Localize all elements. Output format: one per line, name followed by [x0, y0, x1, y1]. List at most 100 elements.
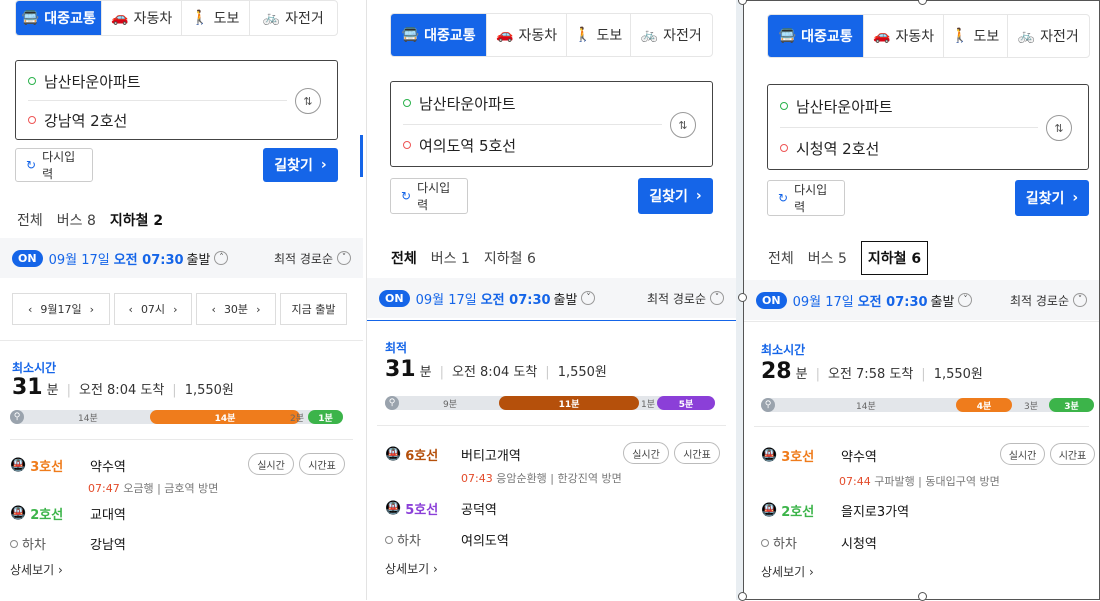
step-alight: 하차 여의도역: [385, 530, 509, 549]
tab-bus[interactable]: 버스 5: [808, 248, 847, 268]
chevron-down-icon[interactable]: ˅: [958, 293, 973, 307]
route-result-card[interactable]: 최적 31 분 | 오전 8:04 도착 | 1,550원 ⚲ 9분 11분 1분 5분…: [367, 321, 736, 600]
transport-mode-tabs: 🚍 대중교통 🚗 자동차 🚶 도보 🚲 자전거: [767, 14, 1090, 58]
origin-field[interactable]: 남산타운아파트: [780, 93, 1038, 119]
route-input-box: 남산타운아파트 강남역 2호선 ⇅: [15, 60, 338, 140]
result-tabs: 전체 버스 1 지하철 6: [391, 248, 536, 268]
realtime-button[interactable]: 실시간: [248, 453, 294, 475]
realtime-button[interactable]: 실시간: [1000, 443, 1045, 465]
find-route-button[interactable]: 길찾기 ›: [638, 178, 713, 214]
alight-dot-icon: [761, 538, 769, 547]
tab-subway[interactable]: 지하철 2: [110, 210, 163, 230]
swap-icon[interactable]: ⇅: [670, 112, 696, 138]
mode-transit[interactable]: 🚍 대중교통: [16, 1, 102, 35]
date-picker[interactable]: ‹ 9월17일 ›: [12, 293, 110, 325]
destination-field[interactable]: 시청역 2호선: [780, 135, 1038, 161]
find-route-button[interactable]: 길찾기 ›: [1015, 180, 1089, 216]
find-route-button[interactable]: 길찾기 ›: [263, 148, 338, 182]
mode-walk[interactable]: 🚶 도보: [180, 1, 249, 35]
destination-dot-icon: [403, 141, 411, 149]
departure-time-row: ON 09월 17일 오전 07:30 출발 ˄ 최적 경로순 ˅: [0, 238, 363, 278]
departure-time-row: ON 09월 17일 오전 07:30 출발 ˅ 최적 경로순 ˅: [367, 278, 736, 318]
step-transfer: 🚇 2호선 교대역: [10, 506, 126, 523]
tab-bus[interactable]: 버스 1: [431, 248, 470, 268]
mode-walk[interactable]: 🚶 도보: [942, 15, 1007, 57]
result-tabs: 전체 버스 5 지하철 6: [768, 241, 929, 275]
mode-bike[interactable]: 🚲 자전거: [248, 1, 337, 35]
segment-line5: 5분: [657, 396, 715, 410]
route-panel-gangnam: 🚍 대중교통 🚗 자동차 🚶 도보 🚲 자전거 남산타운아파트 강남역 2호선 ⇅ ↻ 다…: [0, 0, 363, 600]
step-alight: 하차 시청역: [761, 533, 877, 552]
mode-car[interactable]: 🚗 자동차: [863, 15, 943, 57]
detail-link[interactable]: 상세보기 ›: [385, 560, 438, 577]
mode-car[interactable]: 🚗 자동차: [101, 1, 181, 35]
on-badge[interactable]: ON: [12, 249, 43, 267]
mode-car[interactable]: 🚗 자동차: [486, 14, 566, 56]
bus-icon: 🚍: [778, 28, 797, 44]
departure-time-row: ON 09월 17일 오전 07:30 출발 ˅ 최적 경로순 ˅: [744, 280, 1099, 320]
transport-mode-tabs: 🚍 대중교통 🚗 자동차 🚶 도보 🚲 자전거: [15, 0, 338, 36]
swap-icon[interactable]: ⇅: [295, 88, 321, 114]
tab-subway[interactable]: 지하철 6: [860, 241, 929, 275]
step-transfer: 🚇 5호선 공덕역: [385, 501, 497, 518]
refresh-icon: ↻: [401, 189, 412, 203]
tab-all[interactable]: 전체: [17, 210, 43, 230]
reset-button[interactable]: ↻ 다시입력: [390, 178, 468, 214]
tab-all[interactable]: 전체: [391, 248, 417, 268]
bike-icon: 🚲: [1017, 28, 1036, 44]
destination-field[interactable]: 여의도역 5호선: [403, 132, 662, 158]
mode-transit[interactable]: 🚍 대중교통: [768, 15, 864, 57]
sort-dropdown[interactable]: 최적 경로순 ˅: [1010, 292, 1087, 309]
timetable-button[interactable]: 시간표: [1050, 443, 1095, 465]
walk-icon: ⚲: [385, 396, 399, 410]
bus-icon: 🚍: [401, 27, 420, 43]
tab-all[interactable]: 전체: [768, 248, 794, 268]
mode-transit[interactable]: 🚍 대중교통: [391, 14, 487, 56]
destination-field[interactable]: 강남역 2호선: [28, 108, 287, 132]
mode-bike[interactable]: 🚲 자전거: [629, 14, 712, 56]
alight-dot-icon: [385, 535, 393, 544]
timetable-button[interactable]: 시간표: [299, 453, 345, 475]
on-badge[interactable]: ON: [379, 289, 410, 307]
depart-now-button[interactable]: 지금 출발: [280, 293, 347, 325]
reset-button[interactable]: ↻ 다시입력: [767, 180, 845, 216]
mode-walk[interactable]: 🚶 도보: [565, 14, 630, 56]
chevron-right-icon: ›: [695, 188, 702, 204]
hour-picker[interactable]: ‹ 07시 ›: [114, 293, 192, 325]
route-panel-cityhall: 🚍 대중교통 🚗 자동차 🚶 도보 🚲 자전거 남산타운아파트 시청역 2호선 ⇅ ↻ 다…: [743, 0, 1100, 600]
sort-dropdown[interactable]: 최적 경로순 ˅: [274, 250, 351, 267]
bike-icon: 🚲: [262, 10, 281, 26]
timetable-button[interactable]: 시간표: [674, 442, 720, 464]
destination-dot-icon: [28, 116, 36, 124]
route-result-card[interactable]: 최소시간 28 분 | 오전 7:58 도착 | 1,550원 ⚲ 14분 4분 3분 …: [744, 322, 1099, 599]
sort-dropdown[interactable]: 최적 경로순 ˅: [647, 290, 724, 307]
bus-icon: 🚍: [21, 10, 40, 26]
route-input-box: 남산타운아파트 여의도역 5호선 ⇅: [390, 81, 713, 167]
step-transfer: 🚇 2호선 을지로3가역: [761, 503, 910, 520]
chevron-down-icon: ˅: [1073, 293, 1087, 307]
chevron-down-icon[interactable]: ˅: [581, 291, 596, 305]
segment-line3: 14분: [150, 410, 300, 424]
resize-handle[interactable]: [738, 293, 747, 302]
detail-link[interactable]: 상세보기 ›: [761, 563, 814, 580]
tab-bus[interactable]: 버스 8: [57, 210, 96, 230]
chevron-up-icon[interactable]: ˄: [214, 251, 229, 265]
origin-field[interactable]: 남산타운아파트: [28, 69, 287, 93]
route-result-card[interactable]: 최소시간 31 분 | 오전 8:04 도착 | 1,550원 ⚲ 14분 14분 2분…: [0, 341, 363, 600]
chevron-down-icon: ˅: [710, 291, 724, 305]
mode-bike[interactable]: 🚲 자전거: [1006, 15, 1089, 57]
subway-icon: 🚇: [10, 458, 27, 473]
car-icon: 🚗: [873, 28, 891, 44]
subway-icon: 🚇: [385, 501, 402, 516]
detail-link[interactable]: 상세보기 ›: [10, 561, 63, 578]
subway-icon: 🚇: [10, 506, 27, 521]
reset-button[interactable]: ↻ 다시입력: [15, 148, 93, 182]
minute-picker[interactable]: ‹ 30분 ›: [196, 293, 276, 325]
step-alight: 하차 강남역: [10, 534, 126, 553]
tab-subway[interactable]: 지하철 6: [484, 248, 536, 268]
swap-icon[interactable]: ⇅: [1046, 115, 1072, 141]
origin-field[interactable]: 남산타운아파트: [403, 90, 662, 116]
realtime-button[interactable]: 실시간: [623, 442, 669, 464]
on-badge[interactable]: ON: [756, 291, 787, 309]
transport-mode-tabs: 🚍 대중교통 🚗 자동차 🚶 도보 🚲 자전거: [390, 13, 713, 57]
